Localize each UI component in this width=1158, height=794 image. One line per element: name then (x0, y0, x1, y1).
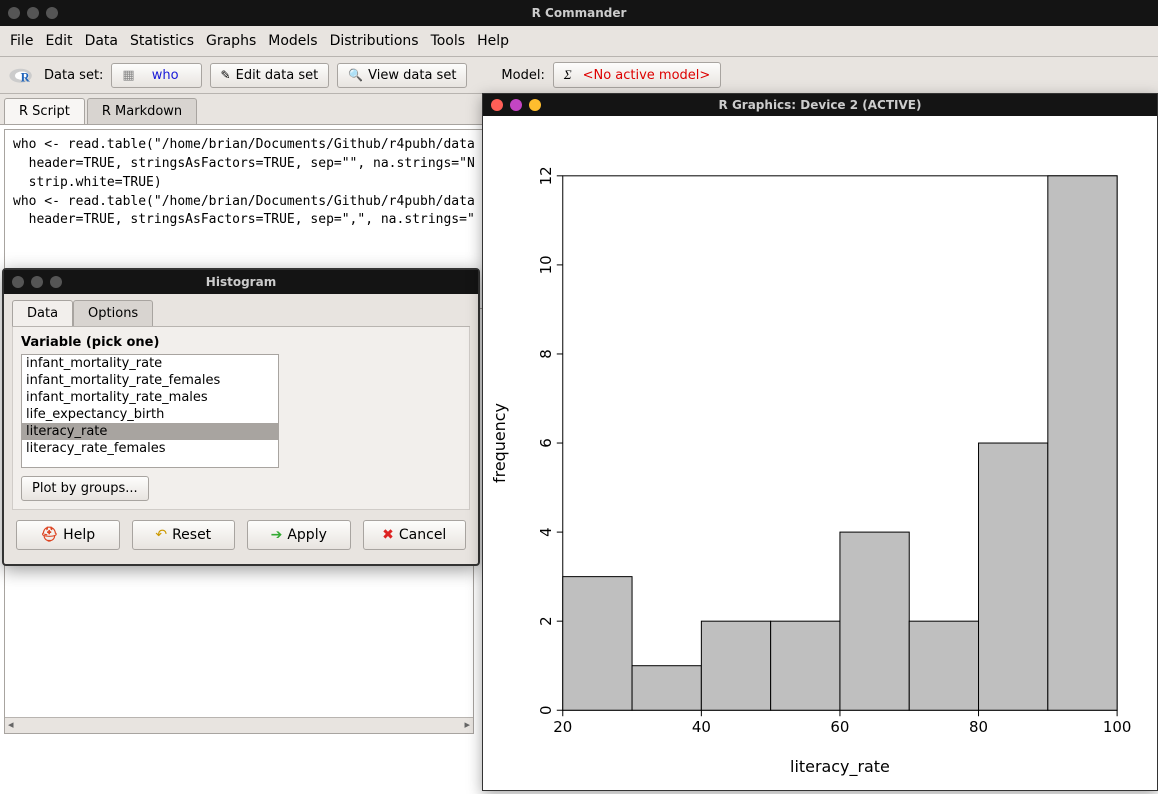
svg-text:literacy_rate: literacy_rate (790, 757, 890, 777)
menu-models[interactable]: Models (268, 33, 317, 49)
main-titlebar: R Commander (0, 0, 1158, 26)
menu-help[interactable]: Help (477, 33, 509, 49)
r-logo-icon: R (8, 63, 36, 87)
list-item[interactable]: infant_mortality_rate_males (22, 389, 278, 406)
svg-text:4: 4 (537, 527, 555, 537)
svg-text:8: 8 (537, 349, 555, 359)
close-icon[interactable] (8, 7, 20, 19)
cancel-button[interactable]: ✖ Cancel (363, 520, 467, 550)
svg-text:100: 100 (1103, 718, 1132, 736)
svg-text:6: 6 (537, 438, 555, 448)
model-label: Model: (501, 68, 544, 83)
apply-icon: ➔ (271, 527, 283, 543)
svg-text:10: 10 (537, 255, 555, 274)
plot-by-groups-button[interactable]: Plot by groups... (21, 476, 149, 501)
maximize-icon[interactable] (46, 7, 58, 19)
tab-options[interactable]: Options (73, 300, 153, 326)
list-item[interactable]: infant_mortality_rate (22, 355, 278, 372)
list-item[interactable]: infant_mortality_rate_females (22, 372, 278, 389)
list-item[interactable]: life_expectancy_birth (22, 406, 278, 423)
output-area[interactable] (4, 554, 474, 734)
menu-edit[interactable]: Edit (45, 33, 72, 49)
scrollbar-horizontal[interactable] (5, 717, 473, 733)
cancel-icon: ✖ (382, 527, 394, 543)
help-button[interactable]: ⛑ Help (16, 520, 120, 550)
svg-text:20: 20 (553, 718, 572, 736)
minimize-icon[interactable] (31, 276, 43, 288)
minimize-icon[interactable] (510, 99, 522, 111)
model-value: <No active model> (583, 68, 711, 83)
edit-dataset-button[interactable]: ✎ Edit data set (210, 63, 330, 88)
apply-label: Apply (287, 527, 327, 543)
graphics-titlebar: R Graphics: Device 2 (ACTIVE) (483, 94, 1157, 116)
view-dataset-button[interactable]: 🔍 View data set (337, 63, 467, 88)
histogram-plot: 20 40 60 80 100 0 2 4 6 8 10 12 literacy_rate frequen… (483, 116, 1157, 790)
maximize-icon[interactable] (50, 276, 62, 288)
menu-data[interactable]: Data (85, 33, 118, 49)
tab-data[interactable]: Data (12, 300, 73, 326)
model-selector[interactable]: Σ <No active model> (553, 62, 721, 88)
histogram-dialog: Histogram Data Options Variable (pick on… (2, 268, 480, 566)
variable-label: Variable (pick one) (21, 335, 461, 350)
svg-text:frequency: frequency (490, 403, 509, 483)
menu-file[interactable]: File (10, 33, 33, 49)
svg-text:2: 2 (537, 616, 555, 626)
tab-rmarkdown[interactable]: R Markdown (87, 98, 197, 124)
list-item[interactable]: literacy_rate_females (22, 440, 278, 457)
dialog-titlebar: Histogram (4, 270, 478, 294)
pencil-icon: ✎ (221, 68, 231, 82)
reset-button[interactable]: ↶ Reset (132, 520, 236, 550)
reset-label: Reset (172, 527, 211, 543)
close-icon[interactable] (12, 276, 24, 288)
view-dataset-label: View data set (368, 68, 456, 83)
svg-text:12: 12 (537, 166, 555, 185)
svg-text:R: R (21, 70, 31, 84)
reset-icon: ↶ (155, 527, 167, 543)
maximize-icon[interactable] (529, 99, 541, 111)
help-label: Help (63, 527, 95, 543)
minimize-icon[interactable] (27, 7, 39, 19)
cancel-label: Cancel (399, 527, 446, 543)
menubar: File Edit Data Statistics Graphs Models … (0, 26, 1158, 57)
plot-area: 20 40 60 80 100 0 2 4 6 8 10 12 literacy_rate frequen… (483, 116, 1157, 790)
edit-dataset-label: Edit data set (236, 68, 319, 83)
dataset-value: who (140, 68, 191, 83)
graphics-window: R Graphics: Device 2 (ACTIVE) 2040608010… (482, 93, 1158, 791)
search-icon: 🔍 (348, 68, 363, 82)
menu-distributions[interactable]: Distributions (330, 33, 419, 49)
main-window-title: R Commander (532, 6, 627, 20)
menu-graphs[interactable]: Graphs (206, 33, 256, 49)
dialog-title: Histogram (206, 275, 276, 289)
close-icon[interactable] (491, 99, 503, 111)
graphics-title: R Graphics: Device 2 (ACTIVE) (719, 98, 922, 112)
help-icon: ⛑ (40, 527, 58, 543)
toolbar: R Data set: ▦ who ✎ Edit data set 🔍 View… (0, 57, 1158, 94)
menu-tools[interactable]: Tools (431, 33, 466, 49)
tab-rscript[interactable]: R Script (4, 98, 85, 124)
list-item[interactable]: literacy_rate (22, 423, 278, 440)
svg-text:60: 60 (830, 718, 849, 736)
dialog-tabs: Data Options (12, 300, 470, 327)
apply-button[interactable]: ➔Apply (247, 520, 351, 550)
svg-text:0: 0 (537, 705, 555, 715)
svg-text:80: 80 (969, 718, 988, 736)
table-icon: ▦ (122, 68, 134, 83)
svg-text:40: 40 (692, 718, 711, 736)
menu-statistics[interactable]: Statistics (130, 33, 194, 49)
dataset-label: Data set: (44, 68, 103, 83)
dataset-selector[interactable]: ▦ who (111, 63, 201, 88)
variable-listbox[interactable]: infant_mortality_rateinfant_mortality_ra… (21, 354, 279, 468)
sigma-icon: Σ (564, 67, 572, 83)
